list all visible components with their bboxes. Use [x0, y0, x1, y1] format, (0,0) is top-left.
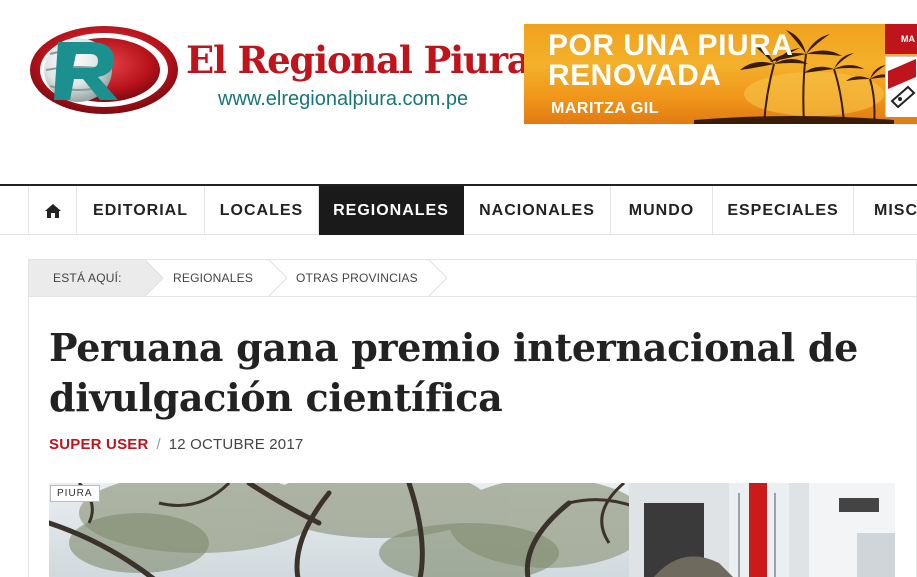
site-url[interactable]: www.elregionalpiura.com.pe — [218, 88, 468, 111]
nav-item-editorial[interactable]: EDITORIAL — [77, 186, 205, 235]
ad-candidate-name: MARITZA GIL — [551, 100, 659, 117]
nav-item-regionales[interactable]: REGIONALES — [319, 186, 464, 235]
ad-headline-line1: POR UNA PIURA — [548, 29, 794, 62]
breadcrumb-separator-icon — [268, 260, 287, 296]
nav-bar: EDITORIAL LOCALES REGIONALES NACIONALES … — [28, 186, 917, 235]
nav-item-especiales[interactable]: ESPECIALES — [713, 186, 854, 235]
nav-item-mundo[interactable]: MUNDO — [611, 186, 713, 235]
banner-ad[interactable]: POR UNA PIURA RENOVADA MARITZA GIL MA — [524, 24, 917, 124]
nav-item-locales[interactable]: LOCALES — [205, 186, 319, 235]
main-navigation: EDITORIAL LOCALES REGIONALES NACIONALES … — [0, 184, 917, 235]
breadcrumb: ESTÁ AQUÍ: REGIONALES OTRAS PROVINCIAS — [28, 259, 917, 297]
article-date: 12 OCTUBRE 2017 — [168, 436, 304, 453]
article-card: Peruana gana premio internacional de div… — [28, 297, 917, 577]
site-name: El Regional Piura — [186, 38, 531, 82]
ad-badge-text: MA — [901, 34, 915, 44]
r-globe-logo-icon — [30, 26, 178, 114]
article-image[interactable] — [49, 483, 895, 577]
article-title: Peruana gana premio internacional de div… — [49, 325, 858, 420]
article-author[interactable]: SUPER USER — [49, 436, 149, 453]
ad-headline-line2: RENOVADA — [548, 59, 722, 92]
home-icon — [44, 203, 61, 218]
breadcrumb-separator-icon — [428, 260, 447, 296]
site-logo[interactable]: El Regional Piura www.elregionalpiura.co… — [28, 24, 531, 119]
breadcrumb-item-otras-provincias[interactable]: OTRAS PROVINCIAS — [296, 260, 418, 296]
breadcrumb-separator-icon — [141, 260, 163, 296]
article-photo — [49, 483, 895, 577]
nav-item-misc[interactable]: MISC — [854, 186, 917, 235]
category-tag[interactable]: PIURA — [50, 485, 100, 502]
site-header: El Regional Piura www.elregionalpiura.co… — [0, 0, 917, 185]
breadcrumb-item-regionales[interactable]: REGIONALES — [173, 260, 253, 296]
meta-separator: / — [156, 436, 161, 453]
nav-home[interactable] — [29, 186, 77, 235]
breadcrumb-here-label: ESTÁ AQUÍ: — [29, 260, 141, 296]
party-logo-icon — [885, 56, 917, 117]
article-meta: SUPER USER / 12 OCTUBRE 2017 — [49, 436, 303, 453]
nav-item-nacionales[interactable]: NACIONALES — [464, 186, 611, 235]
